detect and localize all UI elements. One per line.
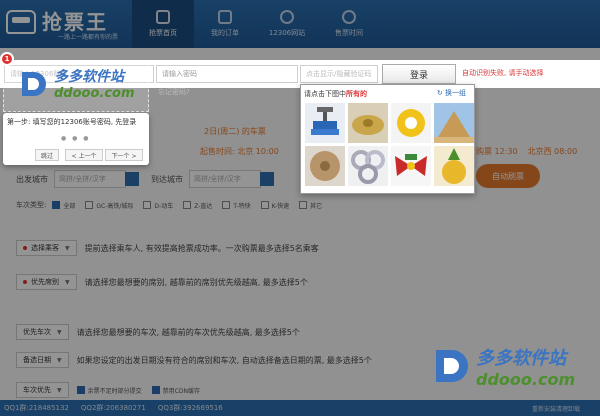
- watermark-top: 多多软件站 ddooo.com: [18, 66, 135, 101]
- login-button[interactable]: 登录: [382, 64, 456, 84]
- watermark-en: ddooo.com: [476, 370, 576, 389]
- tape-icon: [397, 109, 425, 137]
- gong-icon: [310, 151, 340, 181]
- guide-prev-button[interactable]: < 上一个: [65, 149, 103, 161]
- refresh-icon: ↻: [436, 89, 445, 97]
- guide-next-button[interactable]: 下一个 >: [105, 149, 143, 161]
- captcha-refresh-button[interactable]: ↻ 换一组: [437, 88, 466, 98]
- password-input[interactable]: 请输入密码: [156, 65, 298, 83]
- watermark-logo-icon: [22, 72, 46, 96]
- captcha-popup: 请点击下图中所有的 ↻ 换一组: [300, 84, 475, 194]
- captcha-image-pineapple[interactable]: [434, 146, 474, 186]
- captcha-title-emph: 所有的: [346, 90, 367, 98]
- captcha-title-prefix: 请点击下图中: [304, 90, 346, 98]
- forgot-password-link[interactable]: 忘记密码?: [158, 87, 190, 97]
- app-window: 抢票王 一路上一路都有你的票 抢票首页 我的订单 12306网站 售票时间 2日…: [0, 0, 600, 416]
- watermark-cn: 多多软件站: [476, 348, 566, 369]
- captcha-image-bow[interactable]: [391, 146, 431, 186]
- pineapple-icon: [442, 148, 466, 184]
- cymbal-icon: [352, 115, 384, 135]
- watermark-logo-icon: [436, 350, 468, 382]
- rings-icon: [351, 150, 385, 184]
- captcha-image-pyramid[interactable]: [434, 103, 474, 143]
- scale-icon: [311, 107, 339, 135]
- guide-tooltip: 第一步: 填写您的12306账号密码, 先登录 ● ● ● 跳过 < 上一个 下…: [3, 113, 149, 165]
- captcha-image-tape[interactable]: [391, 103, 431, 143]
- guide-step-text: 第一步: 填写您的12306账号密码, 先登录: [7, 118, 137, 126]
- bow-icon: [395, 154, 427, 176]
- watermark-bottom: 多多软件站 ddooo.com: [432, 344, 575, 389]
- captcha-title: 请点击下图中所有的: [304, 89, 367, 99]
- guide-skip-button[interactable]: 跳过: [35, 149, 59, 161]
- watermark-cn: 多多软件站: [54, 69, 124, 85]
- captcha-image-grid: [305, 103, 474, 186]
- guide-progress-dots: ● ● ●: [61, 135, 91, 142]
- captcha-image-gong[interactable]: [305, 146, 345, 186]
- captcha-input[interactable]: 点击显示/隐藏验证码: [300, 65, 378, 83]
- guide-step-badge: 1: [0, 52, 14, 66]
- auto-recognize-note: 自动识别失败, 请手动选择: [462, 69, 544, 77]
- captcha-image-rings[interactable]: [348, 146, 388, 186]
- watermark-en: ddooo.com: [54, 86, 135, 101]
- refresh-label: 换一组: [445, 89, 466, 97]
- pyramid-icon: [434, 111, 474, 143]
- captcha-image-scale[interactable]: [305, 103, 345, 143]
- captcha-image-cymbal[interactable]: [348, 103, 388, 143]
